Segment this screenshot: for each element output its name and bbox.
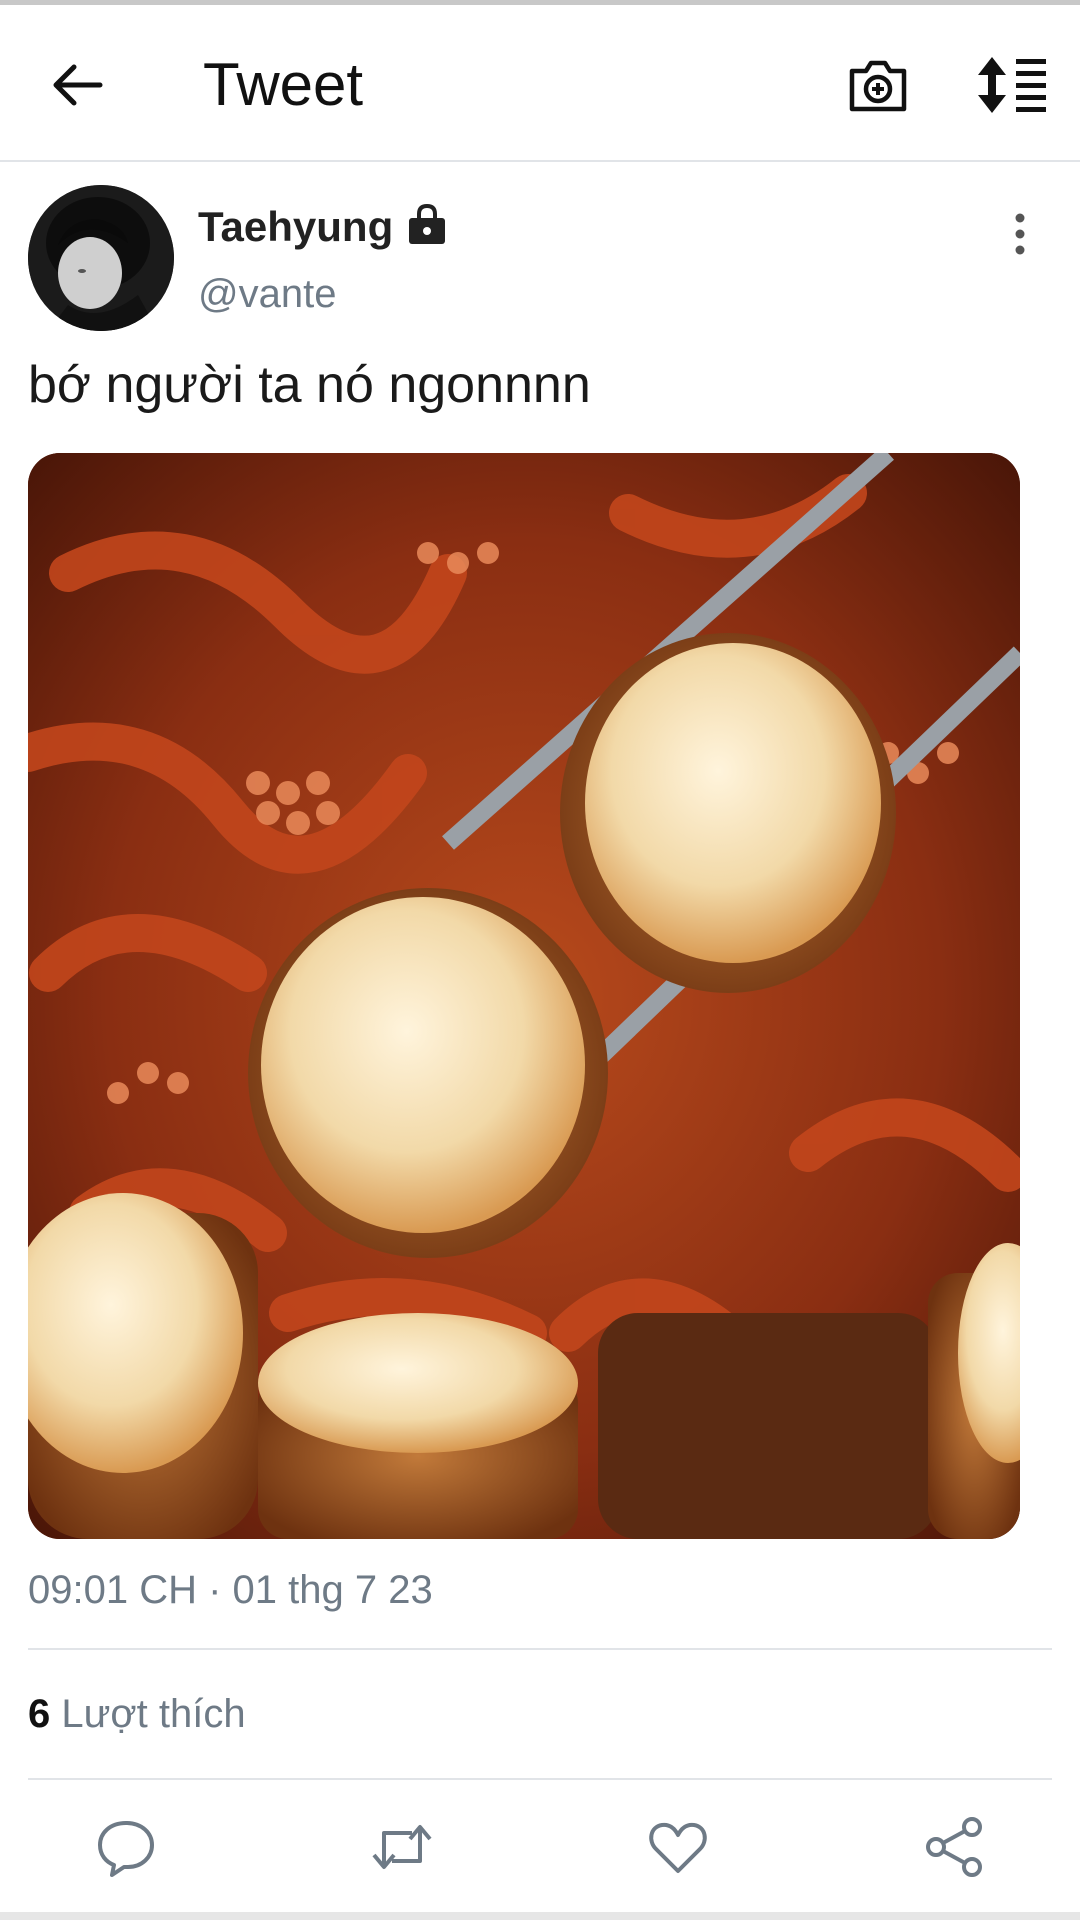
divider <box>28 1778 1052 1780</box>
page-title: Tweet <box>203 51 364 118</box>
tweet-media[interactable] <box>28 453 1020 1539</box>
heart-icon <box>649 1822 707 1873</box>
arrow-left-icon <box>53 64 103 106</box>
camera-plus-icon <box>849 60 907 112</box>
photo-octopus-rice-rolls <box>28 453 1020 1539</box>
sort-button[interactable] <box>976 55 1048 115</box>
avatar-image <box>28 185 174 331</box>
like-button[interactable] <box>646 1815 710 1879</box>
more-vertical-icon <box>1015 213 1025 255</box>
user-handle[interactable]: @vante <box>198 270 336 318</box>
more-options-button[interactable] <box>1000 210 1040 264</box>
tweet-text: bớ người ta nó ngonnnn <box>28 356 591 414</box>
sort-list-icon <box>978 57 1046 113</box>
top-app-bar: Tweet <box>0 5 1080 162</box>
reply-icon <box>98 1821 154 1877</box>
share-icon <box>926 1817 982 1877</box>
divider <box>28 1648 1052 1650</box>
likes-summary[interactable]: 6 Lượt thích <box>28 1690 246 1738</box>
display-name[interactable]: Taehyung <box>198 202 393 252</box>
reply-button[interactable] <box>94 1815 158 1879</box>
share-button[interactable] <box>922 1815 986 1879</box>
likes-label: Lượt thích <box>61 1692 246 1736</box>
likes-count: 6 <box>28 1692 51 1736</box>
retweet-button[interactable] <box>370 1815 434 1879</box>
camera-button[interactable] <box>846 53 910 117</box>
bottom-edge <box>0 1912 1080 1920</box>
back-button[interactable] <box>48 55 108 115</box>
lock-icon <box>405 202 449 246</box>
avatar[interactable] <box>28 185 174 331</box>
retweet-icon <box>372 1825 432 1869</box>
tweet-timestamp: 09:01 CH · 01 thg 7 23 <box>28 1568 433 1612</box>
